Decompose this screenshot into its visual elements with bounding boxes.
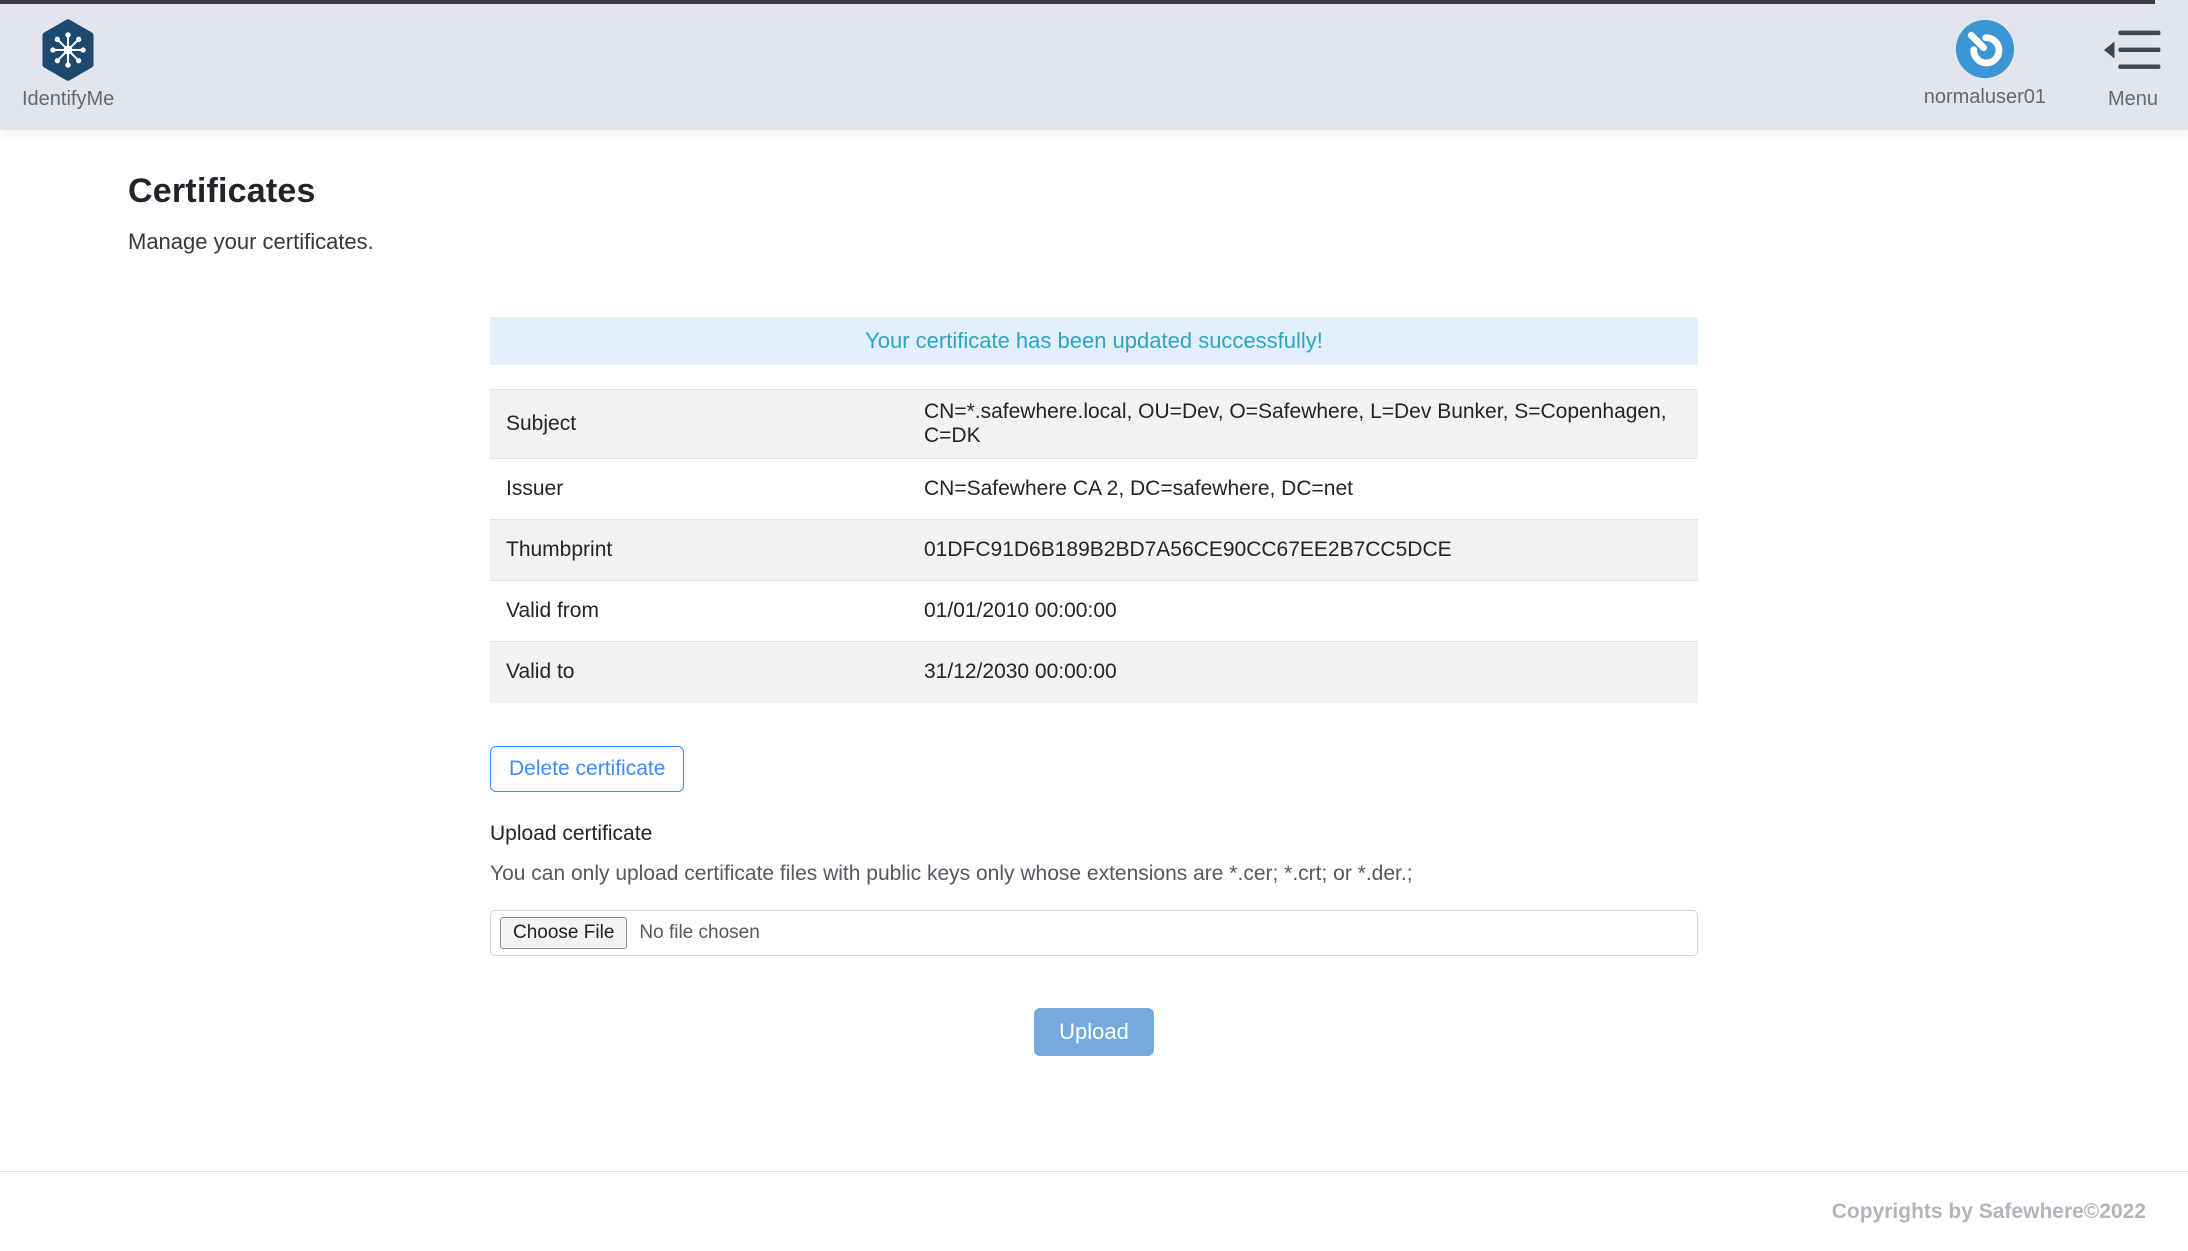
file-chosen-status: No file chosen — [639, 922, 759, 944]
success-alert: Your certificate has been updated succes… — [490, 317, 1698, 365]
choose-file-button[interactable]: Choose File — [500, 917, 627, 949]
row-label: Subject — [490, 390, 908, 459]
file-input[interactable]: Choose File No file chosen — [490, 910, 1698, 956]
user-menu-trigger[interactable]: normaluser01 — [1924, 18, 2046, 109]
table-row: Subject CN=*.safewhere.local, OU=Dev, O=… — [490, 390, 1698, 459]
power-user-icon — [1954, 18, 2016, 80]
app-header: IdentifyMe normaluser01 — [0, 4, 2188, 130]
app-window: IdentifyMe normaluser01 — [0, 0, 2188, 1251]
row-label: Thumbprint — [490, 520, 908, 581]
collapse-menu-icon — [2104, 28, 2162, 72]
table-row: Valid from 01/01/2010 00:00:00 — [490, 581, 1698, 642]
table-row: Issuer CN=Safewhere CA 2, DC=safewhere, … — [490, 459, 1698, 520]
upload-hint-text: You can only upload certificate files wi… — [490, 862, 1698, 886]
upload-section-title: Upload certificate — [490, 822, 1698, 846]
page-subtitle: Manage your certificates. — [128, 229, 2188, 255]
delete-certificate-button[interactable]: Delete certificate — [490, 746, 684, 792]
row-value: 01DFC91D6B189B2BD7A56CE90CC67EE2B7CC5DCE — [908, 520, 1698, 581]
copyright-text: Copyrights by Safewhere©2022 — [1832, 1200, 2146, 1224]
brand-identifyme[interactable]: IdentifyMe — [22, 18, 114, 111]
certificate-table: Subject CN=*.safewhere.local, OU=Dev, O=… — [490, 389, 1698, 703]
upload-button[interactable]: Upload — [1034, 1008, 1154, 1056]
row-label: Valid from — [490, 581, 908, 642]
hexagon-network-icon — [39, 18, 97, 82]
table-row: Thumbprint 01DFC91D6B189B2BD7A56CE90CC67… — [490, 520, 1698, 581]
row-label: Valid to — [490, 642, 908, 703]
main-content: Certificates Manage your certificates. Y… — [0, 130, 2188, 1171]
header-right: normaluser01 Menu — [1924, 18, 2162, 111]
row-value: CN=Safewhere CA 2, DC=safewhere, DC=net — [908, 459, 1698, 520]
menu-button[interactable]: Menu — [2104, 18, 2162, 111]
row-value: 01/01/2010 00:00:00 — [908, 581, 1698, 642]
page-title: Certificates — [128, 172, 2188, 211]
row-value: 31/12/2030 00:00:00 — [908, 642, 1698, 703]
username-label: normaluser01 — [1924, 86, 2046, 109]
app-footer: Copyrights by Safewhere©2022 — [0, 1171, 2188, 1251]
row-label: Issuer — [490, 459, 908, 520]
row-value: CN=*.safewhere.local, OU=Dev, O=Safewher… — [908, 390, 1698, 459]
certificate-panel: Your certificate has been updated succes… — [490, 317, 1698, 1056]
brand-label: IdentifyMe — [22, 88, 114, 111]
table-row: Valid to 31/12/2030 00:00:00 — [490, 642, 1698, 703]
menu-label: Menu — [2108, 88, 2158, 111]
